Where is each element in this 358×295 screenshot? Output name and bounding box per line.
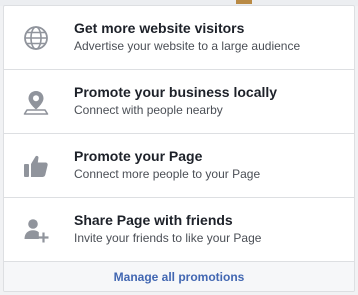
globe-icon — [22, 24, 50, 52]
promotion-subtitle: Advertise your website to a large audien… — [74, 39, 301, 53]
promotion-item-business-locally[interactable]: Promote your business locally Connect wi… — [4, 70, 354, 134]
promotion-item-share-page[interactable]: Share Page with friends Invite your frie… — [4, 198, 354, 262]
promotion-item-promote-page[interactable]: Promote your Page Connect more people to… — [4, 134, 354, 198]
location-pin-icon — [22, 88, 50, 116]
promotion-title: Promote your Page — [74, 148, 203, 164]
promotion-item-website-visitors[interactable]: Get more website visitors Advertise your… — [4, 6, 354, 70]
promotion-subtitle: Connect more people to your Page — [74, 167, 261, 181]
promotion-title: Share Page with friends — [74, 212, 233, 228]
thumbs-up-icon — [22, 152, 50, 180]
promotion-title: Get more website visitors — [74, 20, 245, 36]
promotion-title: Promote your business locally — [74, 84, 278, 100]
manage-all-promotions-link[interactable]: Manage all promotions — [114, 270, 245, 284]
promotions-dropdown: Get more website visitors Advertise your… — [3, 5, 355, 292]
add-friend-icon — [22, 216, 50, 244]
promotion-subtitle: Connect with people nearby — [74, 103, 223, 117]
promotion-subtitle: Invite your friends to like your Page — [74, 231, 262, 245]
dropdown-footer: Manage all promotions — [4, 262, 354, 291]
background-accent — [236, 0, 252, 4]
